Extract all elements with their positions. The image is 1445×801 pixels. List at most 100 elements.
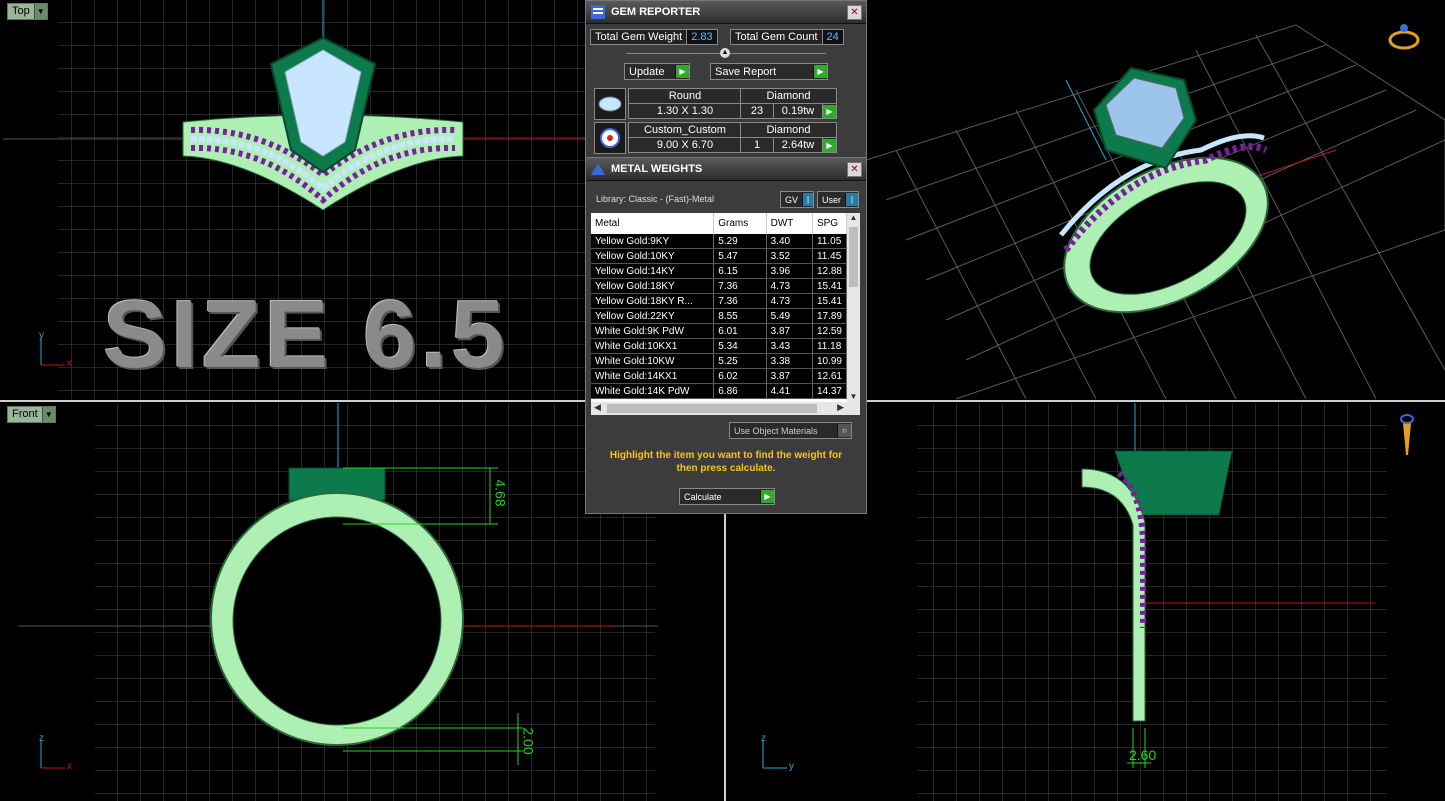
table-row[interactable]: Yellow Gold:14KY 6.15 3.96 12.88 [591,263,848,279]
table-cell: 15.41 [812,278,848,294]
save-report-label: Save Report [715,65,777,78]
scroll-right-icon[interactable]: ▶ [837,402,844,413]
table-cell: 5.29 [713,234,767,249]
table-cell: 5.47 [713,248,767,264]
table-row[interactable]: White Gold:10KW 5.25 3.38 10.99 [591,353,848,369]
total-gem-count-field: Total Gem Count 24 [730,29,844,45]
table-row[interactable]: Yellow Gold:18KY 7.36 4.73 15.41 [591,278,848,294]
gem-size[interactable]: 9.00 X 6.70 [628,137,742,153]
table-cell: 4.41 [766,383,813,399]
table-cell: 3.38 [766,353,813,369]
round-gem-thumbnail [594,88,626,120]
viewport-dropdown-icon[interactable]: ▼ [41,407,55,422]
table-row[interactable]: Yellow Gold:18KY R... 7.36 4.73 15.41 [591,293,848,309]
table-cell: 3.87 [766,323,813,339]
user-toggle[interactable]: User | [817,191,859,208]
table-cell: White Gold:14K PdW [591,383,715,399]
table-cell: 6.15 [713,263,767,279]
table-row[interactable]: White Gold:9K PdW 6.01 3.87 12.59 [591,323,848,339]
gem-select-button[interactable]: ▶ [822,137,837,153]
table-cell: White Gold:14KX1 [591,368,715,384]
column-header[interactable]: Grams [713,213,767,234]
play-icon: ▶ [760,490,774,503]
gem-reporter-panel: GEM REPORTER ✕ Total Gem Weight 2.83 Tot… [585,0,867,160]
update-button[interactable]: Update ▶ [624,63,690,80]
library-label: Library: Classic - (Fast)-Metal [596,194,715,204]
save-report-button[interactable]: Save Report ▶ [710,63,828,80]
calculate-button[interactable]: Calculate ▶ [679,488,775,505]
table-cell: 5.25 [713,353,767,369]
table-cell: 4.73 [766,278,813,294]
table-cell: White Gold:10KX1 [591,338,715,354]
update-label: Update [629,65,665,78]
table-row[interactable]: White Gold:14KX1 6.02 3.87 12.61 [591,368,848,384]
table-cell: Yellow Gold:22KY [591,308,715,324]
scroll-down-icon[interactable]: ▼ [847,392,860,401]
table-cell: 8.55 [713,308,767,324]
use-object-materials-label: Use Object Materials [734,425,818,436]
gem-count[interactable]: 1 [740,137,774,153]
axis-z-label: z [761,733,766,744]
table-row[interactable]: Yellow Gold:22KY 8.55 5.49 17.89 [591,308,848,324]
side-view-icon[interactable] [1395,411,1419,461]
total-gem-weight-label: Total Gem Weight [590,29,688,45]
scroll-thumb[interactable] [607,404,817,413]
close-icon[interactable]: ✕ [847,161,862,177]
gem-size[interactable]: 1.30 X 1.30 [628,103,742,119]
toggle-icon: | [802,193,813,206]
horizontal-scrollbar[interactable]: ◀ ▶ [591,402,847,415]
total-gem-weight-field: Total Gem Weight 2.83 [590,29,718,45]
axis-y-label: y [39,330,44,341]
table-cell: White Gold:9K PdW [591,323,715,339]
column-header[interactable]: Metal [591,213,715,234]
front-viewport-label[interactable]: Front ▼ [7,406,56,423]
dimension-bottom: 2.00 [520,727,537,755]
table-cell: 14.37 [812,383,848,399]
table-row[interactable]: White Gold:10KX1 5.34 3.43 11.18 [591,338,848,354]
viewport-dropdown-icon[interactable]: ▼ [33,4,47,19]
collapse-icon[interactable]: ▲ [720,48,730,58]
dimension-top: 4.68 [492,479,509,507]
table-cell: Yellow Gold:18KY [591,278,715,294]
gem-select-button[interactable]: ▶ [822,103,837,119]
gem-count[interactable]: 23 [740,103,774,119]
table-cell: Yellow Gold:18KY R... [591,293,715,309]
user-label: User [822,194,842,205]
metal-table-container[interactable]: Metal Grams DWT SPG Yellow Gold:9KY 5.29 3… [591,213,860,415]
table-cell: 12.88 [812,263,848,279]
metal-weights-titlebar: METAL WEIGHTS ✕ [586,158,866,181]
table-row[interactable]: White Gold:14K PdW 6.86 4.41 14.37 [591,383,848,399]
gv-label: GV [785,194,799,205]
column-header[interactable]: DWT [766,213,813,234]
table-cell: 11.05 [812,234,848,249]
ring-perspective-view [1059,66,1269,314]
vertical-scrollbar[interactable]: ▲ ▼ [847,213,860,415]
scroll-up-icon[interactable]: ▲ [847,213,860,225]
top-viewport-label[interactable]: Top ▼ [7,3,48,20]
column-header[interactable]: SPG [812,213,848,234]
total-gem-count-value: 24 [822,29,844,45]
ring-view-icon[interactable] [1386,18,1422,54]
close-icon[interactable]: ✕ [847,4,862,20]
perspective-grid [866,24,1445,399]
axis-y-label: y [789,761,794,772]
gem-weight[interactable]: 2.64tw [773,137,823,153]
gem-shape[interactable]: Custom_Custom [628,122,742,138]
gem-report-icon [591,5,605,19]
scroll-thumb[interactable] [849,227,858,287]
gv-toggle[interactable]: GV | [780,191,814,208]
gem-material[interactable]: Diamond [740,88,837,104]
table-cell: 3.40 [766,234,813,249]
play-icon: ▶ [823,104,836,118]
perspective-viewport[interactable] [866,0,1445,399]
table-row[interactable]: Yellow Gold:9KY 5.29 3.40 11.05 [591,234,848,249]
gem-material[interactable]: Diamond [740,122,837,138]
gem-reporter-titlebar: GEM REPORTER ✕ [586,1,866,24]
scroll-left-icon[interactable]: ◀ [594,402,601,413]
use-object-materials-checkbox[interactable]: Use Object Materials ○ [729,422,852,439]
gem-shape[interactable]: Round [628,88,742,104]
gem-weight[interactable]: 0.19tw [773,103,823,119]
table-row[interactable]: Yellow Gold:10KY 5.47 3.52 11.45 [591,248,848,264]
metal-weights-panel: METAL WEIGHTS ✕ Library: Classic - (Fast… [585,157,867,514]
scale-icon [591,163,605,175]
